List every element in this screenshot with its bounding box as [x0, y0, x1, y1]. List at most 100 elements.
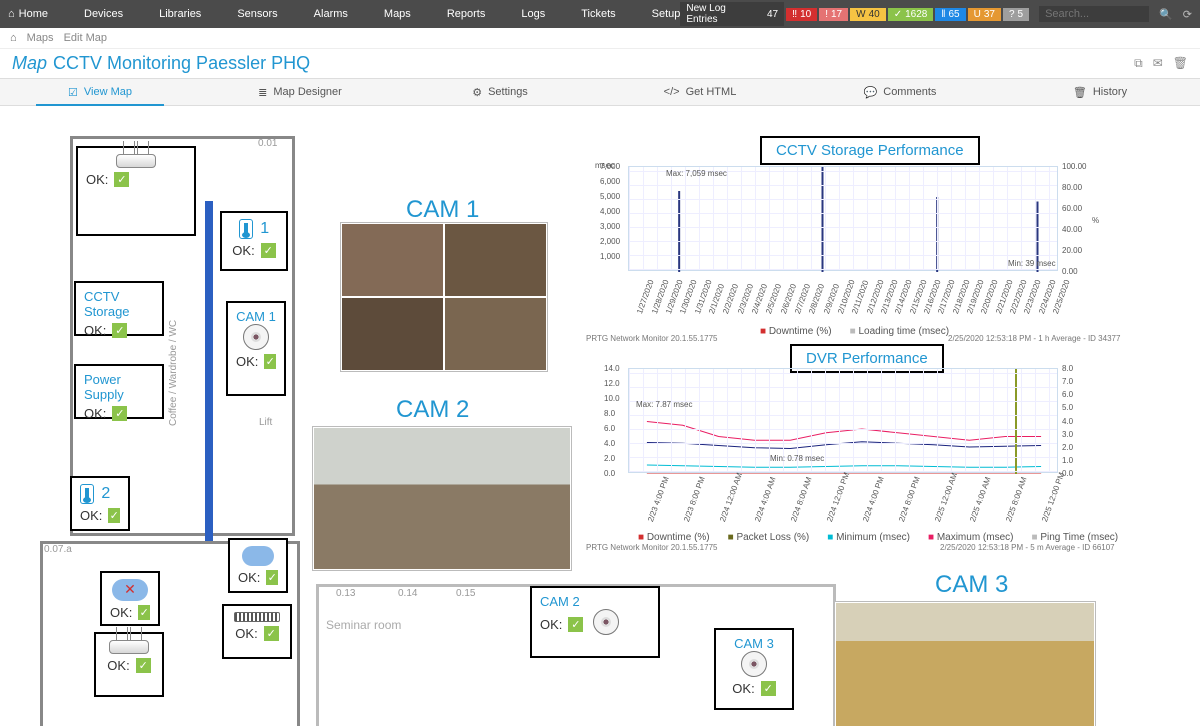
room-015: 0.15 [456, 588, 475, 599]
temp-box-2[interactable]: 2 OK: [70, 476, 130, 531]
cam2-feed[interactable] [312, 426, 572, 571]
status-warn2-badge[interactable]: W 40 [850, 8, 886, 21]
chart1-max: Max: 7,059 msec [666, 169, 727, 178]
cam3-dev-label: CAM 3 [724, 636, 784, 651]
cam2-device-box[interactable]: CAM 2 OK: [530, 586, 660, 658]
new-log-badge[interactable]: New Log Entries 47 [680, 2, 784, 26]
delete-icon[interactable]: 🗑 [1173, 56, 1188, 71]
room-013: 0.13 [336, 588, 355, 599]
wardrobe-label: Coffee / Wardrobe / WC [168, 296, 179, 426]
chart2-max: Max: 7.87 msec [636, 400, 692, 409]
cam3-device-box[interactable]: CAM 3 OK: [714, 628, 794, 710]
camera-icon [593, 609, 619, 635]
router-ok-box[interactable]: OK: [228, 538, 288, 593]
ok-label: OK: [107, 658, 129, 673]
check-icon [112, 323, 127, 338]
ok-label: OK: [80, 508, 102, 523]
blue-conduit [205, 201, 213, 541]
tab-settings[interactable]: ⚙Settings [400, 79, 600, 105]
nav-tickets[interactable]: Tickets [581, 8, 615, 20]
top-navbar: ⌂Home Devices Libraries Sensors Alarms M… [0, 0, 1200, 28]
breadcrumb-home-icon[interactable]: ⌂ [10, 32, 17, 44]
nav-libraries[interactable]: Libraries [159, 8, 201, 20]
chart1-area[interactable] [628, 166, 1058, 271]
gear-icon: ⚙ [472, 86, 482, 99]
check-icon [761, 681, 776, 696]
chart2-footer: PRTG Network Monitor 20.1.55.1775 [586, 543, 717, 552]
chart-grid [629, 369, 1057, 472]
tab-view-map[interactable]: ☑View Map [0, 79, 200, 105]
room-014: 0.14 [398, 588, 417, 599]
ok-label: OK: [540, 617, 562, 632]
map-canvas[interactable]: 0.01 Coffee / Wardrobe / WC Lift OK: 1 O… [0, 106, 1200, 726]
seminar-label: Seminar room [326, 618, 401, 632]
nav-alarms[interactable]: Alarms [314, 8, 348, 20]
chart2-footer-r: 2/25/2020 12:53:18 PM - 5 m Average - ID… [940, 543, 1115, 552]
check-icon: ☑ [68, 86, 78, 99]
breadcrumb-editmap[interactable]: Edit Map [64, 32, 107, 44]
lift-label: Lift [259, 417, 272, 428]
cam2-dev-label: CAM 2 [540, 594, 650, 609]
check-icon [261, 243, 276, 258]
nav-logs[interactable]: Logs [521, 8, 545, 20]
check-icon [264, 626, 279, 641]
nav-home[interactable]: ⌂Home [8, 8, 48, 20]
status-down-badge[interactable]: ‼ 10 [786, 8, 817, 21]
breadcrumb: ⌂ Maps Edit Map [0, 28, 1200, 49]
chart1-legend: Downtime (%) Loading time (msec) [760, 326, 949, 337]
status-warn1-badge[interactable]: ! 17 [819, 8, 848, 21]
check-icon [136, 658, 151, 673]
router-down-box[interactable]: OK: [100, 571, 160, 626]
nav-maps[interactable]: Maps [384, 8, 411, 20]
temp-box-1[interactable]: 1 OK: [220, 211, 288, 271]
cam3-feed[interactable] [834, 601, 1096, 726]
mail-icon[interactable]: ✉ [1153, 56, 1163, 71]
ok-label: OK: [235, 626, 257, 641]
search-icon[interactable]: 🔍 [1159, 8, 1173, 21]
code-icon: </> [664, 86, 680, 98]
ok-label: OK: [84, 323, 106, 338]
tab-comments[interactable]: 💬Comments [800, 79, 1000, 105]
power-supply-box[interactable]: Power Supply OK: [74, 364, 164, 419]
nav-sensors[interactable]: Sensors [237, 8, 277, 20]
nav-setup[interactable]: Setup [652, 8, 681, 20]
thermometer-icon [239, 219, 253, 239]
chart2-legend: Downtime (%) Packet Loss (%) Minimum (ms… [638, 532, 1118, 543]
nav-reports[interactable]: Reports [447, 8, 486, 20]
search-input[interactable] [1039, 6, 1149, 22]
camera-icon [741, 651, 767, 677]
status-unknown-badge[interactable]: ? 5 [1003, 8, 1029, 21]
popup-icon[interactable]: ⧉ [1134, 56, 1143, 71]
status-unusual-badge[interactable]: U 37 [968, 8, 1001, 21]
temp1-label: 1 [260, 220, 269, 237]
check-icon [138, 605, 150, 620]
status-up-badge[interactable]: ✓ 1628 [888, 8, 934, 21]
chart2-area[interactable] [628, 368, 1058, 473]
router-down-icon [112, 579, 148, 601]
chart1-y2label: % [1092, 216, 1099, 225]
cam1-label: CAM 1 [236, 309, 276, 324]
check-icon [266, 570, 278, 585]
switch-box[interactable]: OK: [222, 604, 292, 659]
nav-devices[interactable]: Devices [84, 8, 123, 20]
ok-label: OK: [84, 406, 106, 421]
tab-get-html[interactable]: </>Get HTML [600, 79, 800, 105]
tab-map-designer[interactable]: ≣Map Designer [200, 79, 400, 105]
check-icon [108, 508, 120, 523]
breadcrumb-maps[interactable]: Maps [27, 32, 54, 44]
cam1-feed[interactable] [340, 222, 548, 372]
cctv-storage-box[interactable]: CCTV Storage OK: [74, 281, 164, 336]
ap-box-1[interactable]: OK: [76, 146, 196, 236]
ok-label: OK: [110, 605, 132, 620]
chart1-footer: PRTG Network Monitor 20.1.55.1775 [586, 334, 717, 343]
tab-history[interactable]: 🗑History [1000, 79, 1200, 105]
room-001: 0.01 [258, 138, 277, 149]
router-icon [116, 154, 156, 168]
history-icon: 🗑 [1073, 86, 1087, 99]
refresh-icon[interactable]: ⟳ [1183, 8, 1192, 21]
status-paused-badge[interactable]: ‖ 65 [935, 8, 965, 21]
title-bar: Map CCTV Monitoring Paessler PHQ ⧉ ✉ 🗑 [0, 49, 1200, 78]
cam1-device-box[interactable]: CAM 1 OK: [226, 301, 286, 396]
check-icon [264, 354, 276, 369]
ap-box-2[interactable]: OK: [94, 632, 164, 697]
